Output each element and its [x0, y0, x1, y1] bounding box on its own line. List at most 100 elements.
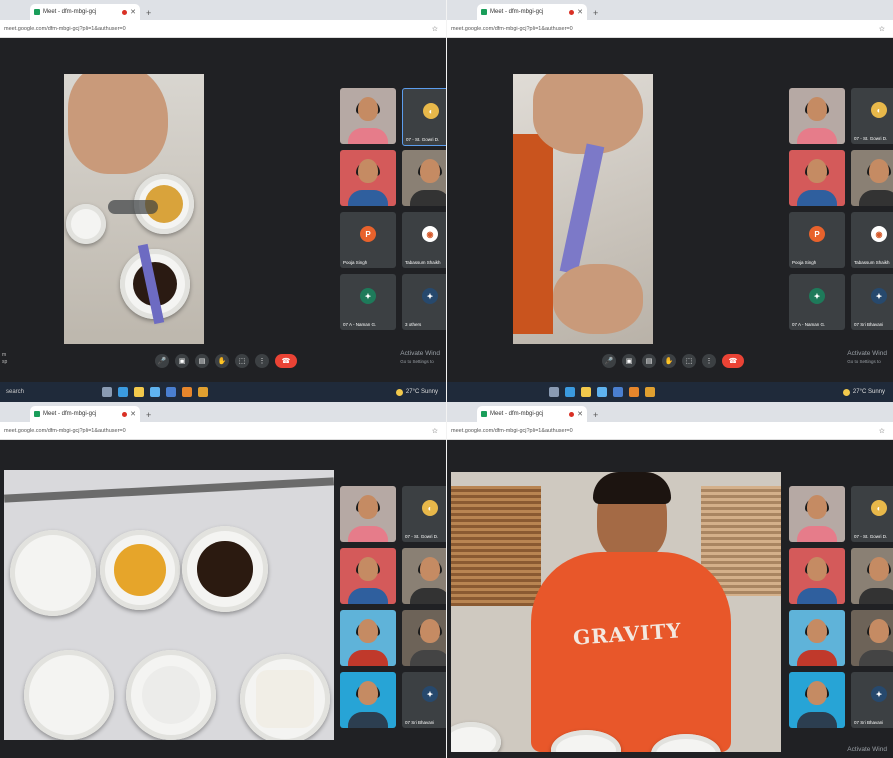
bookmark-star-icon[interactable]: ☆ [879, 427, 885, 435]
bowl-soap [240, 654, 330, 740]
participant-tile[interactable] [789, 548, 845, 604]
tab-title: Meet - dfm-mbgi-gcj [490, 411, 544, 417]
participant-tile[interactable]: ✦ 07 A - Naman G. [789, 274, 845, 330]
participant-tile[interactable]: P Pooja Singh [340, 212, 396, 268]
browser-tab[interactable]: Meet - dfm-mbgi-gcj ✕ [477, 4, 587, 20]
participant-tile[interactable]: ✦ 07 Sri Bhavani [851, 672, 893, 728]
participant-tile[interactable]: ✦ 07 Sri Bhavani [851, 274, 893, 330]
participant-tile[interactable] [851, 150, 893, 206]
participant-tile[interactable] [789, 88, 845, 144]
captions-button[interactable]: ▤ [642, 354, 656, 368]
app-icon[interactable] [182, 387, 192, 397]
participant-tile[interactable]: ✦ 3 others [402, 274, 446, 330]
bowl-brown [182, 526, 268, 612]
store-icon[interactable] [581, 387, 591, 397]
participant-tile[interactable]: ◉ Tabassum Shaikh [402, 212, 446, 268]
address-bar[interactable]: meet.google.com/dfm-mbgi-gcj?pli=1&authu… [0, 20, 446, 38]
new-tab-icon[interactable]: + [593, 410, 598, 420]
app-icon[interactable] [629, 387, 639, 397]
meet-favicon-icon [34, 411, 40, 417]
captions-button[interactable]: ▤ [195, 354, 209, 368]
explorer-icon[interactable] [150, 387, 160, 397]
participant-tile[interactable] [851, 548, 893, 604]
address-text: meet.google.com/dfm-mbgi-gcj?pli=1&authu… [4, 427, 126, 434]
weather-widget[interactable]: 27°C Sunny [395, 388, 438, 396]
camera-button[interactable]: ▣ [622, 354, 636, 368]
video-overlay-controls[interactable] [108, 200, 158, 214]
bowl-clear-2 [24, 650, 114, 740]
participant-tile[interactable] [851, 610, 893, 666]
store-icon[interactable] [134, 387, 144, 397]
new-tab-icon[interactable]: + [146, 8, 151, 18]
participant-tile[interactable]: ✦ 07 A - Naman G. [340, 274, 396, 330]
explorer-icon[interactable] [597, 387, 607, 397]
mic-button[interactable]: 🎤 [602, 354, 616, 368]
close-tab-icon[interactable]: ✕ [577, 8, 583, 16]
taskbar-search[interactable]: search [6, 389, 96, 395]
address-bar[interactable]: meet.google.com/dfm-mbgi-gcj?pli=1&authu… [447, 422, 893, 440]
participant-tile[interactable] [340, 548, 396, 604]
edge-icon[interactable] [118, 387, 128, 397]
address-bar[interactable]: meet.google.com/dfm-mbgi-gcj?pli=1&authu… [447, 20, 893, 38]
bookmark-star-icon[interactable]: ☆ [879, 25, 885, 33]
bowl [451, 722, 501, 752]
chrome-icon[interactable] [198, 387, 208, 397]
participant-tile[interactable] [340, 88, 396, 144]
more-options-button[interactable]: ⋮ [255, 354, 269, 368]
more-options-button[interactable]: ⋮ [702, 354, 716, 368]
tab-title: Meet - dfm-mbgi-gcj [490, 9, 544, 15]
weather-widget[interactable]: 27°C Sunny [842, 388, 885, 396]
participant-tile[interactable]: ◉ Tabassum Shaikh [851, 212, 893, 268]
bookmark-star-icon[interactable]: ☆ [432, 25, 438, 33]
participant-tile[interactable]: ◐ 07 - St. Gowri D. [402, 88, 446, 146]
mic-button[interactable]: 🎤 [155, 354, 169, 368]
participant-tile[interactable] [402, 150, 446, 206]
new-tab-icon[interactable]: + [593, 8, 598, 18]
participant-tile[interactable] [789, 672, 845, 728]
avatar-icon: P [809, 226, 825, 243]
participant-tile[interactable]: ◐ 07 - St. Gowri D. [851, 88, 893, 144]
avatar-icon: ✦ [422, 288, 438, 305]
avatar-icon: ◐ [422, 500, 438, 517]
participant-tile[interactable] [789, 486, 845, 542]
participant-tile[interactable] [402, 548, 446, 604]
participant-tile[interactable]: P Pooja Singh [789, 212, 845, 268]
end-call-button[interactable]: ☎ [275, 354, 297, 368]
bookmark-star-icon[interactable]: ☆ [432, 427, 438, 435]
mail-icon[interactable] [613, 387, 623, 397]
close-tab-icon[interactable]: ✕ [130, 8, 136, 16]
main-video: GRAVITY [451, 472, 781, 752]
camera-button[interactable]: ▣ [175, 354, 189, 368]
participant-tile[interactable] [789, 150, 845, 206]
address-bar[interactable]: meet.google.com/dfm-mbgi-gcj?pli=1&authu… [0, 422, 446, 440]
participant-tile[interactable]: ✦ 07 Sri Bhavani [402, 672, 446, 728]
new-tab-icon[interactable]: + [146, 410, 151, 420]
participant-tile[interactable]: ◐ 07 - St. Gowri D. [851, 486, 893, 542]
fingers [553, 264, 643, 334]
side-note: m sp [2, 352, 8, 365]
bowl-white [126, 650, 216, 740]
mail-icon[interactable] [166, 387, 176, 397]
present-button[interactable]: ⬚ [235, 354, 249, 368]
present-button[interactable]: ⬚ [682, 354, 696, 368]
participant-tile[interactable] [789, 610, 845, 666]
participant-tile[interactable] [340, 672, 396, 728]
participant-tile[interactable] [340, 150, 396, 206]
task-view-icon[interactable] [549, 387, 559, 397]
chrome-icon[interactable] [645, 387, 655, 397]
participant-tile[interactable]: ◐ 07 - St. Gowri D. [402, 486, 446, 542]
close-tab-icon[interactable]: ✕ [130, 410, 136, 418]
close-tab-icon[interactable]: ✕ [577, 410, 583, 418]
raise-hand-button[interactable]: ✋ [215, 354, 229, 368]
browser-tab[interactable]: Meet - dfm-mbgi-gcj ✕ [30, 4, 140, 20]
browser-tab[interactable]: Meet - dfm-mbgi-gcj ✕ [477, 406, 587, 422]
end-call-button[interactable]: ☎ [722, 354, 744, 368]
participant-tile[interactable] [340, 486, 396, 542]
edge-icon[interactable] [565, 387, 575, 397]
participant-tile[interactable] [340, 610, 396, 666]
bowl-clear [10, 530, 96, 616]
browser-tab[interactable]: Meet - dfm-mbgi-gcj ✕ [30, 406, 140, 422]
participant-tile[interactable] [402, 610, 446, 666]
raise-hand-button[interactable]: ✋ [662, 354, 676, 368]
task-view-icon[interactable] [102, 387, 112, 397]
